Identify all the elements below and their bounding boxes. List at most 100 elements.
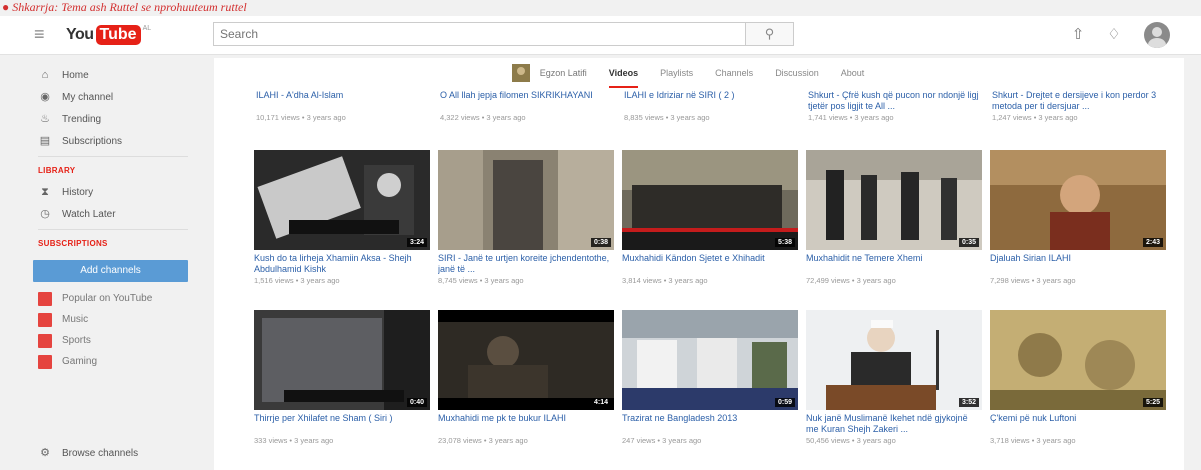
duration-badge: 3:52 [958, 398, 979, 407]
video-meta: 8,745 views • 3 years ago [438, 276, 524, 285]
bell-icon[interactable]: ♢ [1104, 25, 1124, 45]
video-meta: 50,456 views • 3 years ago [806, 436, 896, 445]
divider [38, 156, 188, 157]
tab-videos[interactable]: Videos [608, 58, 639, 88]
account-icon[interactable] [1144, 22, 1170, 48]
video-meta: 7,298 views • 3 years ago [990, 276, 1076, 285]
subscriptions-heading: SUBSCRIPTIONS [38, 239, 108, 248]
video-title[interactable]: Djaluah Sirian ILAHI [990, 253, 1166, 275]
add-channels-button[interactable]: Add channels [33, 260, 188, 282]
video-card[interactable]: 4:14 Muxhahidi me pk te bukur ILAHI 23,0… [438, 310, 614, 446]
video-title[interactable]: Kush do ta lirheja Xhamiin Aksa - Shejh … [254, 253, 430, 275]
video-title[interactable]: O All llah jepja filomen SIKRIKHAYANI [440, 90, 615, 112]
sidebar-item-gaming[interactable]: Gaming [28, 351, 198, 372]
home-icon: ⌂ [41, 69, 49, 81]
video-meta: 1,247 views • 3 years ago [992, 113, 1078, 122]
sidebar-item-trending[interactable]: ♨ Trending [28, 108, 198, 130]
video-meta: 72,499 views • 3 years ago [806, 276, 896, 285]
tab-about[interactable]: About [841, 58, 865, 88]
video-meta: 1,741 views • 3 years ago [808, 113, 894, 122]
sidebar-item-label: My channel [62, 91, 114, 103]
sidebar-item-music[interactable]: Music [28, 309, 198, 330]
video-card[interactable]: Shkurt - Çfrë kush që pucon nor ndonjë l… [808, 90, 983, 123]
channel-avatar[interactable] [511, 64, 530, 82]
video-thumbnail[interactable]: 0:35 [806, 150, 982, 250]
search-input[interactable] [213, 22, 746, 46]
video-card[interactable]: 5:25 Ç'kemi pë nuk Luftoni 3,718 views •… [990, 310, 1166, 446]
tab-channels[interactable]: Channels [715, 58, 753, 88]
sidebar-item-sports[interactable]: Sports [28, 330, 198, 351]
video-thumbnail[interactable]: 0:38 [438, 150, 614, 250]
subscriptions-icon: ▤ [39, 135, 51, 147]
video-thumbnail[interactable]: 0:40 [254, 310, 430, 410]
video-title[interactable]: Thirrje per Xhilafet ne Sham ( Siri ) [254, 413, 430, 435]
video-card[interactable]: ILAHI e Idriziar në SIRI ( 2 ) 8,835 vie… [624, 90, 799, 123]
video-card[interactable]: 0:59 Trazirat ne Bangladesh 2013 247 vie… [622, 310, 798, 446]
upload-icon[interactable]: ⇧ [1068, 25, 1088, 45]
sidebar-item-history[interactable]: ⧗ History [28, 181, 198, 203]
search-icon: ⚲ [764, 26, 775, 41]
video-title[interactable]: SIRI - Janë te urtjen koreite jchendento… [438, 253, 614, 275]
duration-badge: 0:38 [590, 238, 611, 247]
logo-country-code: AL [142, 25, 152, 32]
channel-content: Egzon Latifi Videos Playlists Channels D… [214, 58, 1184, 470]
tab-playlists[interactable]: Playlists [660, 58, 693, 88]
video-thumbnail[interactable]: 2:43 [990, 150, 1166, 250]
video-meta: 247 views • 3 years ago [622, 436, 702, 445]
sidebar-item-label: Home [62, 69, 89, 81]
channel-icon: ◉ [40, 91, 50, 103]
video-card[interactable]: 0:38 SIRI - Janë te urtjen koreite jchen… [438, 150, 614, 286]
video-card[interactable]: Shkurt - Drejtet e dersijeve i kon perdo… [992, 90, 1167, 123]
sidebar-item-popular[interactable]: Popular on YouTube [28, 288, 198, 309]
video-card[interactable]: 3:52 Nuk janë Muslimanë Ikehet ndë gjyko… [806, 310, 982, 446]
video-title[interactable]: Muxhahidit ne Temere Xhemi [806, 253, 982, 275]
video-card[interactable]: 0:35 Muxhahidit ne Temere Xhemi 72,499 v… [806, 150, 982, 286]
video-card[interactable]: 0:40 Thirrje per Xhilafet ne Sham ( Siri… [254, 310, 430, 446]
video-title[interactable]: ILAHI e Idriziar në SIRI ( 2 ) [624, 90, 799, 112]
top-bar: ≡ You Tube AL ⚲ ⇧ ♢ [0, 16, 1201, 55]
sidebar-item-browse-channels[interactable]: ⚙ Browse channels [28, 442, 138, 464]
sidebar-item-subscriptions[interactable]: ▤ Subscriptions [28, 130, 198, 152]
video-title[interactable]: Shkurt - Çfrë kush që pucon nor ndonjë l… [808, 90, 983, 112]
sidebar-item-label: History [62, 186, 94, 198]
tab-discussion[interactable]: Discussion [775, 58, 819, 88]
gaming-icon [38, 354, 52, 369]
sidebar-item-home[interactable]: ⌂ Home [28, 64, 198, 86]
logo-tube-text: Tube [95, 25, 141, 45]
search-button[interactable]: ⚲ [746, 22, 794, 46]
video-meta: 4,322 views • 3 years ago [440, 113, 526, 122]
video-thumbnail[interactable]: 3:24 [254, 150, 430, 250]
music-icon [38, 312, 52, 327]
sidebar-item-watch-later[interactable]: ◷ Watch Later [28, 203, 198, 225]
video-title[interactable]: Muxhahidi Kändon Sjetet e Xhihadit [622, 253, 798, 275]
video-card[interactable]: 2:43 Djaluah Sirian ILAHI 7,298 views • … [990, 150, 1166, 286]
sidebar: ⌂ Home ◉ My channel ♨ Trending ▤ Subscri… [28, 58, 198, 470]
sidebar-item-my-channel[interactable]: ◉ My channel [28, 86, 198, 108]
video-title[interactable]: ILAHI - A'dha Al-Islam [256, 90, 431, 112]
video-card[interactable]: 5:38 Muxhahidi Kändon Sjetet e Xhihadit … [622, 150, 798, 286]
youtube-logo[interactable]: You Tube AL [66, 25, 151, 45]
video-title[interactable]: Ç'kemi pë nuk Luftoni [990, 413, 1166, 435]
video-title[interactable]: Muxhahidi me pk te bukur ILAHI [438, 413, 614, 435]
sports-icon [38, 333, 52, 348]
duration-badge: 0:59 [774, 398, 795, 407]
sidebar-item-label: Browse channels [62, 447, 139, 459]
video-thumbnail[interactable]: 0:59 [622, 310, 798, 410]
menu-icon[interactable]: ≡ [34, 24, 45, 45]
video-title[interactable]: Shkurt - Drejtet e dersijeve i kon perdo… [992, 90, 1167, 112]
video-card[interactable]: ILAHI - A'dha Al-Islam 10,171 views • 3 … [256, 90, 431, 123]
video-card[interactable]: 3:24 Kush do ta lirheja Xhamiin Aksa - S… [254, 150, 430, 286]
sidebar-item-label: Gaming [62, 356, 98, 367]
sidebar-item-label: Watch Later [62, 208, 116, 220]
video-thumbnail[interactable]: 5:25 [990, 310, 1166, 410]
video-title[interactable]: Trazirat ne Bangladesh 2013 [622, 413, 798, 435]
duration-badge: 0:40 [406, 398, 427, 407]
channel-name[interactable]: Egzon Latifi [540, 68, 587, 78]
video-thumbnail[interactable]: 3:52 [806, 310, 982, 410]
video-thumbnail[interactable]: 4:14 [438, 310, 614, 410]
video-title[interactable]: Nuk janë Muslimanë Ikehet ndë gjykojnë m… [806, 413, 982, 435]
video-meta: 1,516 views • 3 years ago [254, 276, 340, 285]
video-thumbnail[interactable]: 5:38 [622, 150, 798, 250]
duration-badge: 3:24 [406, 238, 427, 247]
video-card[interactable]: O All llah jepja filomen SIKRIKHAYANI 4,… [440, 90, 615, 123]
